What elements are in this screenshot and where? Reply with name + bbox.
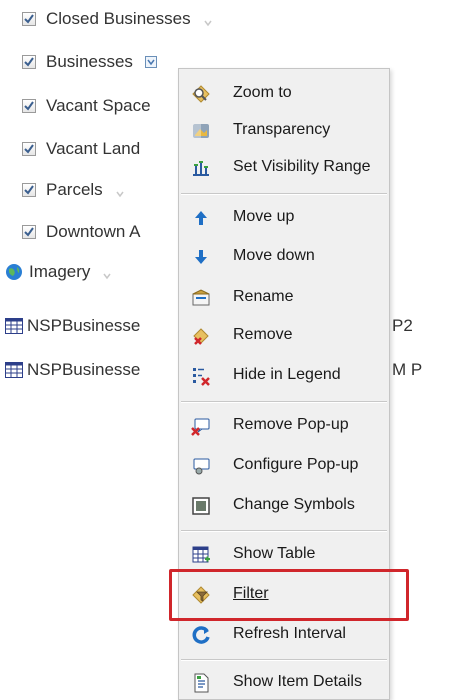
- menu-item-transparency[interactable]: Transparency: [179, 115, 389, 145]
- table-label: NSPBusinesse: [27, 360, 141, 379]
- change-symbols-icon: [192, 497, 210, 515]
- menu-item-show-table[interactable]: Show Table: [179, 539, 389, 569]
- layer-options-icon[interactable]: [115, 184, 127, 198]
- layer-label: Vacant Space: [46, 96, 151, 115]
- layer-options-icon[interactable]: [203, 13, 215, 27]
- menu-separator: [181, 530, 387, 532]
- layer-checkbox[interactable]: [22, 99, 36, 113]
- layer-label: Vacant Land: [46, 139, 141, 158]
- layer-item-vacant-space[interactable]: Vacant Space: [22, 96, 151, 116]
- layer-item-parcels[interactable]: Parcels: [22, 180, 127, 200]
- visibility-range-icon: [193, 161, 209, 176]
- table-icon: [5, 362, 23, 378]
- configure-popup-icon: [193, 458, 210, 475]
- menu-separator: [181, 193, 387, 195]
- layer-label: Closed Businesses: [46, 9, 191, 28]
- layer-label: Businesses: [46, 52, 133, 71]
- menu-separator: [181, 659, 387, 661]
- menu-item-configure-popup[interactable]: Configure Pop-up: [179, 450, 389, 480]
- table-icon: [5, 318, 23, 334]
- menu-item-zoom-to[interactable]: Zoom to: [179, 78, 389, 108]
- arrow-up-icon: [195, 211, 207, 225]
- menu-item-label: Remove: [233, 326, 293, 343]
- zoom-to-icon: [192, 85, 210, 103]
- menu-separator: [181, 401, 387, 403]
- menu-item-label: Set Visibility Range: [233, 158, 371, 175]
- layer-label: Downtown A: [46, 222, 141, 241]
- layer-checkbox[interactable]: [22, 183, 36, 197]
- item-details-icon: [194, 673, 209, 693]
- basemap-label: Imagery: [29, 262, 91, 281]
- layer-item-downtown[interactable]: Downtown A: [22, 222, 141, 242]
- menu-item-label: Transparency: [233, 121, 331, 138]
- layer-label: Parcels: [46, 180, 103, 199]
- remove-popup-icon: [191, 418, 210, 436]
- menu-item-refresh-interval[interactable]: Refresh Interval: [179, 619, 389, 649]
- table-label-tail: M P: [392, 360, 423, 379]
- rename-icon: [192, 289, 210, 306]
- menu-item-label: Hide in Legend: [233, 366, 341, 383]
- menu-item-label: Show Table: [233, 545, 316, 562]
- menu-item-label: Remove Pop-up: [233, 416, 349, 433]
- layer-item-vacant-land[interactable]: Vacant Land: [22, 139, 140, 159]
- menu-item-set-visibility-range[interactable]: Set Visibility Range: [179, 152, 389, 182]
- menu-item-label: Refresh Interval: [233, 625, 346, 642]
- menu-item-label: Change Symbols: [233, 496, 355, 513]
- layer-item-closed-businesses[interactable]: Closed Businesses: [22, 9, 215, 29]
- basemap-item-imagery[interactable]: Imagery: [5, 262, 114, 282]
- hide-legend-icon: [193, 368, 210, 386]
- menu-item-label: Zoom to: [233, 84, 292, 101]
- refresh-icon: [192, 626, 210, 644]
- globe-icon: [6, 264, 22, 280]
- menu-item-label: Configure Pop-up: [233, 456, 359, 473]
- menu-item-filter[interactable]: Filter: [179, 579, 389, 609]
- layer-item-businesses[interactable]: Businesses: [22, 52, 157, 72]
- basemap-options-icon[interactable]: [102, 266, 114, 280]
- layer-checkbox[interactable]: [22, 142, 36, 156]
- menu-item-move-up[interactable]: Move up: [179, 202, 389, 232]
- menu-item-remove-popup[interactable]: Remove Pop-up: [179, 410, 389, 440]
- layer-checkbox[interactable]: [22, 55, 36, 69]
- table-label: NSPBusinesse: [27, 316, 141, 335]
- layer-context-menu: Zoom to Transparency Set Visibility Rang…: [178, 68, 390, 700]
- layer-checkbox[interactable]: [22, 225, 36, 239]
- show-table-icon: [192, 546, 210, 563]
- menu-item-change-symbols[interactable]: Change Symbols: [179, 490, 389, 520]
- table-item[interactable]: NSPBusinesse: [5, 360, 140, 380]
- menu-item-label: Move up: [233, 208, 295, 225]
- menu-item-label: Move down: [233, 247, 315, 264]
- remove-icon: [193, 328, 209, 345]
- transparency-icon: [193, 124, 209, 138]
- arrow-down-icon: [195, 250, 207, 264]
- menu-item-label: Show Item Details: [233, 673, 362, 690]
- menu-item-show-item-details[interactable]: Show Item Details: [179, 667, 389, 697]
- menu-item-remove[interactable]: Remove: [179, 320, 389, 350]
- layer-options-icon[interactable]: [144, 56, 157, 68]
- menu-item-rename[interactable]: Rename: [179, 282, 389, 312]
- menu-item-label: Filter: [233, 585, 269, 602]
- menu-item-hide-in-legend[interactable]: Hide in Legend: [179, 360, 389, 390]
- table-item[interactable]: NSPBusinesse: [5, 316, 140, 336]
- filter-icon: [192, 586, 210, 604]
- menu-item-label: Rename: [233, 288, 294, 305]
- layer-checkbox[interactable]: [22, 12, 36, 26]
- menu-item-move-down[interactable]: Move down: [179, 241, 389, 271]
- table-label-tail: P2: [392, 316, 413, 335]
